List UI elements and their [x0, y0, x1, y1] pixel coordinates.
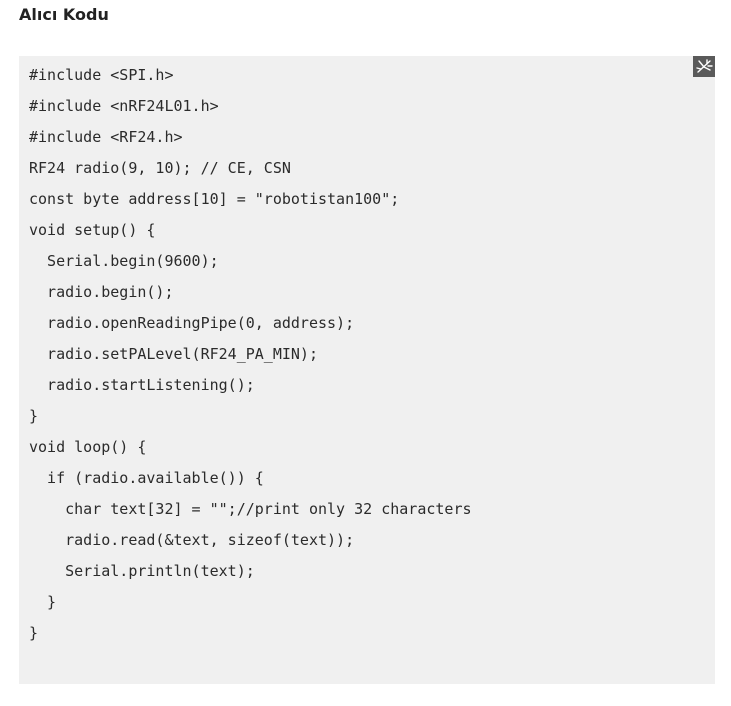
code-line: #include <RF24.h>	[29, 128, 183, 146]
code-line: radio.begin();	[29, 283, 174, 301]
code-line: radio.openReadingPipe(0, address);	[29, 314, 355, 332]
code-line: Serial.begin(9600);	[29, 252, 219, 270]
code-line: radio.startListening();	[29, 376, 255, 394]
expand-icon	[696, 59, 713, 73]
code-block: #include <SPI.h> #include <nRF24L01.h> #…	[19, 56, 715, 684]
code-lines: #include <SPI.h> #include <nRF24L01.h> #…	[29, 60, 472, 649]
expand-code-button[interactable]	[693, 56, 715, 77]
code-line: if (radio.available()) {	[29, 469, 264, 487]
section-title: Alıcı Kodu	[19, 5, 109, 24]
code-line: #include <nRF24L01.h>	[29, 97, 219, 115]
code-line: }	[29, 593, 57, 611]
code-line: RF24 radio(9, 10); // CE, CSN	[29, 159, 291, 177]
code-line: }	[29, 407, 39, 425]
code-line: Serial.println(text);	[29, 562, 255, 580]
code-line: char text[32] = "";//print only 32 chara…	[29, 500, 472, 518]
code-line: void setup() {	[29, 221, 156, 239]
code-line: void loop() {	[29, 438, 147, 456]
code-line: const byte address[10] = "robotistan100"…	[29, 190, 400, 208]
code-line: #include <SPI.h>	[29, 66, 174, 84]
code-line: }	[29, 624, 39, 642]
code-line: radio.read(&text, sizeof(text));	[29, 531, 355, 549]
code-line: radio.setPALevel(RF24_PA_MIN);	[29, 345, 318, 363]
